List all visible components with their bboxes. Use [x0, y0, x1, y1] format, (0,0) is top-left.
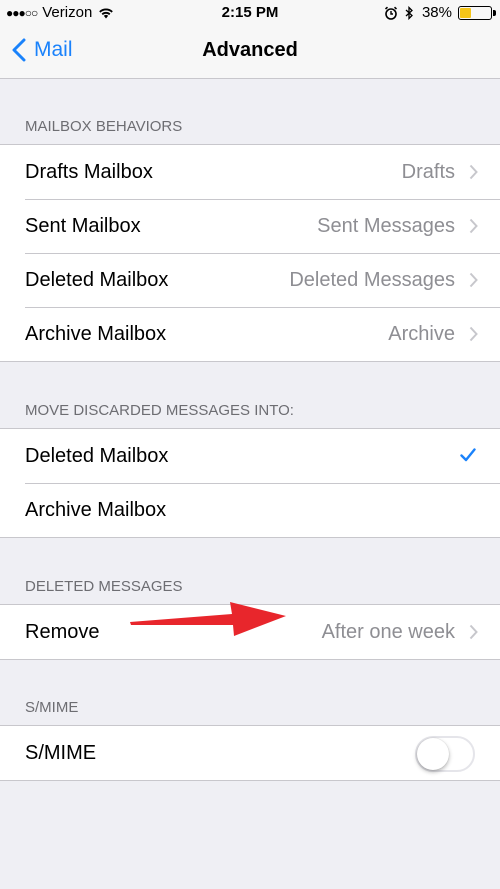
- row-value: Deleted Messages: [289, 268, 455, 291]
- row-label: Drafts Mailbox: [25, 160, 153, 183]
- status-right: 38%: [380, 4, 496, 21]
- move-discarded-group: Deleted Mailbox Archive Mailbox: [0, 428, 500, 538]
- red-arrow-annotation: [130, 602, 286, 636]
- chevron-right-icon: [469, 218, 478, 234]
- smime-group: S/MIME: [0, 725, 500, 781]
- row-label: Remove: [25, 620, 100, 643]
- chevron-right-icon: [469, 164, 478, 180]
- bluetooth-icon: [405, 5, 413, 20]
- discard-to-deleted-row[interactable]: Deleted Mailbox: [0, 429, 500, 483]
- row-label: Archive Mailbox: [25, 322, 167, 345]
- smime-row: S/MIME: [0, 726, 500, 780]
- drafts-mailbox-row[interactable]: Drafts Mailbox Drafts: [0, 145, 500, 199]
- row-value: Drafts: [401, 160, 455, 183]
- page-title: Advanced: [202, 39, 298, 61]
- status-bar: ●●●○○ Verizon 2:15 PM 38%: [0, 0, 500, 26]
- row-value: After one week: [321, 620, 455, 643]
- checkmark-icon: [460, 448, 476, 462]
- battery-fill: [460, 7, 471, 18]
- navigation-bar: Mail Advanced: [0, 26, 500, 79]
- section-header-deleted-messages: DELETED MESSAGES: [25, 578, 183, 595]
- row-label: Deleted Mailbox: [25, 444, 169, 467]
- chevron-right-icon: [469, 326, 478, 342]
- row-label: Deleted Mailbox: [25, 268, 169, 291]
- section-header-smime: S/MIME: [25, 699, 79, 716]
- row-label: Archive Mailbox: [25, 498, 167, 521]
- row-label: Sent Mailbox: [25, 214, 141, 237]
- mailbox-behaviors-group: Drafts Mailbox Drafts Sent Mailbox Sent …: [0, 144, 500, 362]
- row-label: S/MIME: [25, 741, 97, 764]
- deleted-mailbox-row[interactable]: Deleted Mailbox Deleted Messages: [0, 253, 500, 307]
- battery-tip: [493, 9, 496, 16]
- sent-mailbox-row[interactable]: Sent Mailbox Sent Messages: [0, 199, 500, 253]
- archive-mailbox-row[interactable]: Archive Mailbox Archive: [0, 307, 500, 361]
- alarm-icon: [384, 6, 398, 20]
- row-value: Sent Messages: [317, 214, 455, 237]
- section-header-move-discarded: MOVE DISCARDED MESSAGES INTO:: [25, 402, 294, 419]
- chevron-right-icon: [469, 624, 478, 640]
- section-header-mailbox-behaviors: MAILBOX BEHAVIORS: [25, 118, 183, 135]
- battery-icon: [458, 5, 496, 20]
- smime-toggle[interactable]: [415, 736, 475, 772]
- row-value: Archive: [388, 322, 455, 345]
- battery-percent: 38%: [421, 4, 452, 21]
- chevron-right-icon: [469, 272, 478, 288]
- discard-to-archive-row[interactable]: Archive Mailbox: [0, 483, 500, 537]
- toggle-knob: [417, 738, 449, 770]
